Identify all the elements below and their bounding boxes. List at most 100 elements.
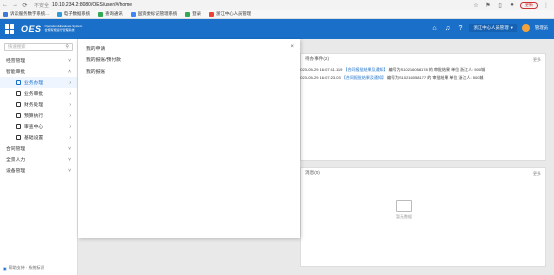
sidebar-toggle-icon[interactable]: ▯ [496,1,504,9]
chevron-down-icon: ˅ [68,156,71,163]
extensions-icon[interactable]: ⚑ [484,1,492,9]
sidebar-item-label: 全景人力 [6,158,26,163]
home-icon[interactable]: ⌂ [430,24,438,32]
org-label: 浙江中心人员管理 [473,25,509,30]
star-icon[interactable]: ☆ [472,1,480,9]
sidebar-item[interactable]: 业务审批 › [0,88,77,99]
bookmark-item[interactable]: 浙江中心人员管理 [209,11,251,17]
close-icon[interactable]: × [290,44,294,50]
user-name[interactable]: 管理员 [535,25,548,31]
sidebar-item[interactable]: 财务处理 › [0,99,77,110]
empty-label: 暂无数据 [396,214,412,219]
sidebar-item[interactable]: 合同管理 ˅ [0,143,77,154]
chevron-right-icon: › [69,134,71,141]
more-link[interactable]: 更多 [533,171,541,177]
logo-icon: ▣ [3,265,7,271]
sidebar-item-label: 合同管理 [6,147,26,152]
sidebar-item-label: 经营管理 [6,59,26,64]
apps-grid-icon[interactable] [5,24,15,34]
bookmarks-bar: 诉讼服务数字系统... 电子数据系统 查询通讯 国资委标记管理系统 登录 浙江中心人员管理 [0,10,554,19]
message-card: 消息(0) 更多 [300,167,546,267]
bookmark-label: 浙江中心人员管理 [216,11,252,16]
sidebar: 快速搜索 ⚲ 经营管理 ˅ 智能审批 ˄ 业务办理 › 业务审批 › 财务处理 › 预算执行 › 审查中… [0,39,78,275]
notice-title[interactable]: 【合同报批结果及通知】 [343,67,387,72]
security-warning: 不安全 [34,2,50,9]
menu-icon[interactable]: ⋮ [542,1,550,9]
bookmark-item[interactable]: 国资委标记管理系统 [130,11,178,17]
bookmark-label: 国资委标记管理系统 [137,11,178,16]
sidebar-search[interactable]: 快速搜索 ⚲ [4,43,73,51]
sidebar-item[interactable]: 预算执行 › [0,110,77,121]
menu-item-icon [16,124,21,129]
avatar[interactable] [521,24,530,32]
reload-icon[interactable]: ⟳ [20,0,30,10]
chevron-down-icon: ˅ [68,145,71,152]
bookmark-item[interactable]: 查询通讯 [98,11,123,17]
sidebar-item-label: 财务处理 [24,103,44,108]
sidebar-item[interactable]: 经营管理 ˅ [0,55,77,66]
app-header: OES Operation&Evaluate System 合规有规运行管理系统… [0,19,554,39]
sidebar-footer: ▣ 帮助支持 · 系统标识 [3,265,44,271]
empty-box-icon [396,200,412,212]
search-input[interactable]: 快速搜索 [8,44,26,50]
bookmark-favicon-icon [98,11,104,17]
menu-item-icon [16,113,21,118]
card-title: 消息(0) [305,170,320,175]
bookmark-label: 查询通讯 [105,11,123,16]
profile-icon[interactable]: ● [508,1,516,9]
bookmark-favicon-icon [3,11,8,17]
sidebar-item-label: 业务审批 [24,92,44,97]
bookmark-favicon-icon [185,11,191,17]
notice-text: 编号为S10216058177 的 审批结果 单位 浙江人: 500城 [386,75,484,80]
popup-link[interactable]: 我的报账/预付款 [86,56,121,63]
org-selector[interactable]: 浙江中心人员管理 ▾ [469,24,517,32]
bookmark-label: 电子数据系统 [63,11,91,16]
help-icon[interactable]: ? [456,24,464,32]
bookmark-label: 诉讼服务数字系统... [10,11,49,16]
search-icon[interactable]: ⚲ [65,44,69,50]
bookmark-item[interactable]: 电子数据系统 [56,11,91,17]
chevron-right-icon: › [69,112,71,119]
popup-link[interactable]: 我的申请 [86,45,105,52]
sidebar-item-label: 审查中心 [24,125,44,130]
url-bar[interactable]: 不安全 10.10.234.2:8080/OES/user/#/home [34,1,132,9]
sidebar-item[interactable]: 业务办理 › [0,77,77,88]
forward-icon[interactable]: → [10,0,20,10]
bookmark-favicon-icon [56,11,62,17]
chevron-up-icon: ˄ [68,68,71,75]
sidebar-item-label: 基础设置 [24,136,44,141]
chevron-right-icon: › [69,101,71,108]
logo-mark: OES [21,24,42,34]
card-title: 待办事件(2) [305,56,329,61]
quick-menu-popup: × 我的申请 我的报账/预付款 我的报账 [78,39,300,238]
sidebar-item[interactable]: 审查中心 › [0,121,77,132]
notice-date: 2023-05-29 16:07:11.119 [298,67,343,72]
sidebar-item[interactable]: 设备管理 ˅ [0,165,77,176]
bookmark-item[interactable]: 诉讼服务数字系统... [3,11,49,17]
empty-state: 暂无数据 [396,200,412,220]
browser-address-bar: ← → ⟳ 不安全 10.10.234.2:8080/OES/user/#/ho… [0,0,554,10]
bookmark-item[interactable]: 登录 [185,11,201,17]
notice-item[interactable]: 2023-05-29 16:07:11.119 【合同报批结果及通知】 编号为S… [298,67,485,73]
sidebar-item-label: 预算执行 [24,114,44,119]
notice-text: 编号为S10216058178 的 审批结果 单位 浙江人: 500城 [388,67,486,72]
url-text: 10.10.234.2:8080/OES/user/#/home [52,2,133,8]
menu-item-icon [16,135,21,140]
menu-item-icon [16,80,21,85]
bell-icon[interactable]: ♫ [443,24,451,32]
logo-subtitle-cn: 合规有规运行管理系统 [44,28,75,32]
update-button[interactable]: 更新 [520,1,538,9]
sidebar-item[interactable]: 全景人力 ˅ [0,154,77,165]
more-link[interactable]: 更多 [533,57,541,63]
sidebar-item[interactable]: 智能审批 ˄ [0,66,77,77]
notice-title[interactable]: 【合同报批结果及通知】 [342,75,386,80]
notice-date: 2023-05-29 16:07:23.03 [298,75,341,80]
sidebar-item[interactable]: 基础设置 › [0,132,77,143]
chevron-right-icon: › [69,123,71,130]
back-icon[interactable]: ← [0,0,10,10]
popup-link[interactable]: 我的报账 [86,68,105,75]
notice-item[interactable]: 2023-05-29 16:07:23.03 【合同报批结果及通知】 编号为S1… [298,75,483,81]
bookmark-favicon-icon [130,11,136,17]
sidebar-item-label: 设备管理 [6,169,26,174]
chevron-right-icon: › [69,90,71,97]
